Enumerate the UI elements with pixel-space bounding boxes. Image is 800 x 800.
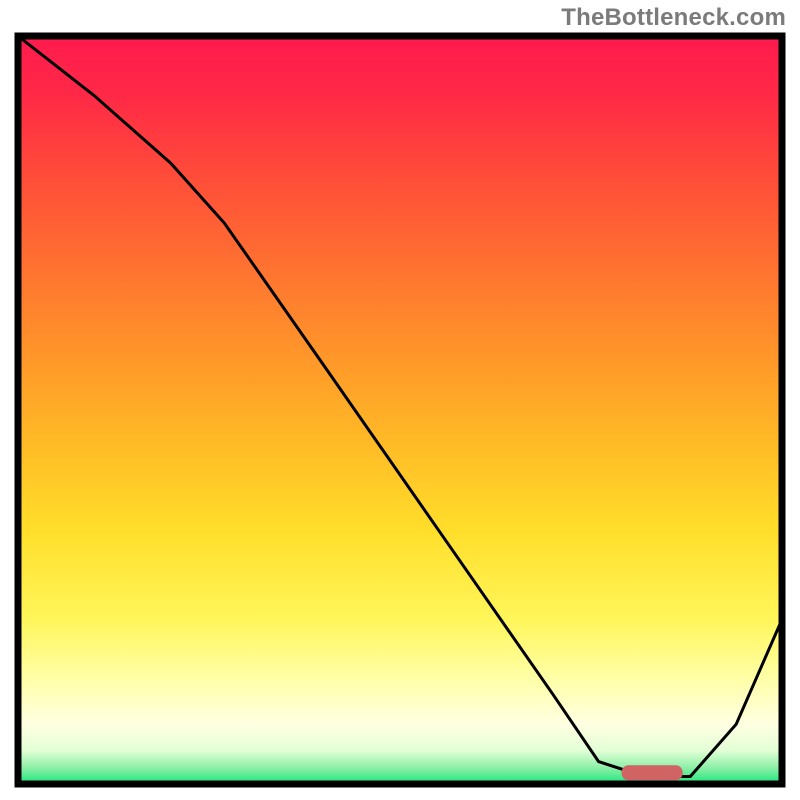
gradient-background: [18, 36, 782, 784]
watermark-text: TheBottleneck.com: [561, 4, 786, 32]
plot-area: [18, 36, 782, 784]
bottleneck-chart: [0, 0, 800, 800]
optimal-zone-marker: [622, 765, 683, 780]
chart-stage: TheBottleneck.com: [0, 0, 800, 800]
